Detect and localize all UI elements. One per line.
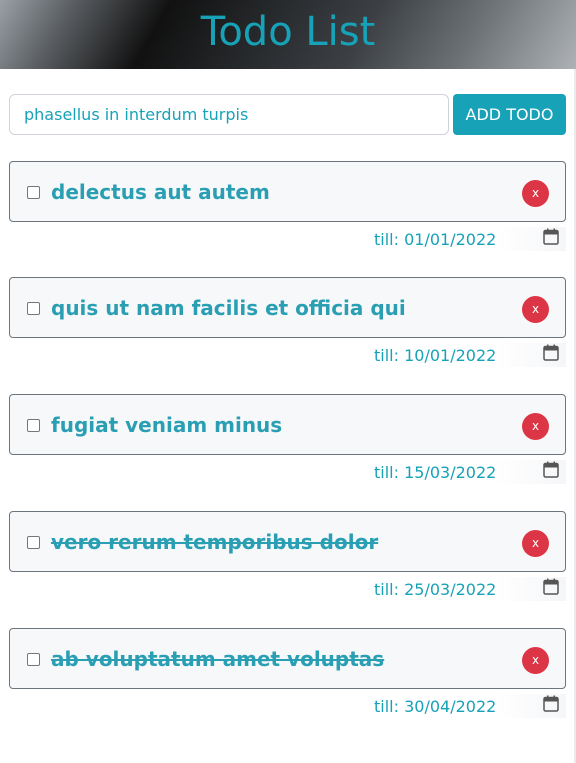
due-date-field[interactable]: till: 25/03/2022 <box>366 577 566 601</box>
calendar-icon[interactable] <box>543 228 559 245</box>
calendar-icon[interactable] <box>543 578 559 595</box>
todo-item: quis ut nam facilis et officia qui x til… <box>9 277 566 377</box>
calendar-icon[interactable] <box>543 695 559 712</box>
todo-checkbox[interactable] <box>27 536 40 549</box>
due-date-label: till: 01/01/2022 <box>374 230 497 249</box>
todo-item: delectus aut autem x till: 01/01/2022 <box>9 161 566 261</box>
todo-item: vero rerum temporibus dolor x till: 25/0… <box>9 511 566 611</box>
todo-item: ab voluptatum amet voluptas x till: 30/0… <box>9 628 566 728</box>
app-header: Todo List <box>0 0 576 69</box>
due-date-label: till: 25/03/2022 <box>374 580 497 599</box>
todo-item: fugiat veniam minus x till: 15/03/2022 <box>9 394 566 494</box>
todo-checkbox[interactable] <box>27 186 40 199</box>
todo-text: delectus aut autem <box>51 180 270 204</box>
todo-text: ab voluptatum amet voluptas <box>51 647 385 671</box>
delete-button[interactable]: x <box>522 180 549 207</box>
todo-input[interactable] <box>9 94 449 135</box>
todo-card: delectus aut autem x <box>9 161 566 222</box>
calendar-icon[interactable] <box>543 344 559 361</box>
delete-button[interactable]: x <box>522 296 549 323</box>
todo-text: fugiat veniam minus <box>51 413 283 437</box>
page-title: Todo List <box>200 8 376 55</box>
due-date-label: till: 15/03/2022 <box>374 463 497 482</box>
todo-text: quis ut nam facilis et officia qui <box>51 296 406 320</box>
todo-checkbox[interactable] <box>27 419 40 432</box>
delete-button[interactable]: x <box>522 530 549 557</box>
todo-card: quis ut nam facilis et officia qui x <box>9 277 566 338</box>
due-date-field[interactable]: till: 30/04/2022 <box>366 694 566 718</box>
delete-button[interactable]: x <box>522 413 549 440</box>
delete-button[interactable]: x <box>522 647 549 674</box>
add-todo-form: ADD TODO <box>9 94 566 135</box>
todo-card: vero rerum temporibus dolor x <box>9 511 566 572</box>
todo-checkbox[interactable] <box>27 302 40 315</box>
todo-card: fugiat veniam minus x <box>9 394 566 455</box>
todo-card: ab voluptatum amet voluptas x <box>9 628 566 689</box>
due-date-label: till: 10/01/2022 <box>374 346 497 365</box>
todo-text: vero rerum temporibus dolor <box>51 530 379 554</box>
due-date-label: till: 30/04/2022 <box>374 697 497 716</box>
due-date-field[interactable]: till: 15/03/2022 <box>366 460 566 484</box>
due-date-field[interactable]: till: 10/01/2022 <box>366 343 566 367</box>
due-date-field[interactable]: till: 01/01/2022 <box>366 227 566 251</box>
add-todo-button[interactable]: ADD TODO <box>453 94 566 135</box>
calendar-icon[interactable] <box>543 461 559 478</box>
todo-checkbox[interactable] <box>27 653 40 666</box>
